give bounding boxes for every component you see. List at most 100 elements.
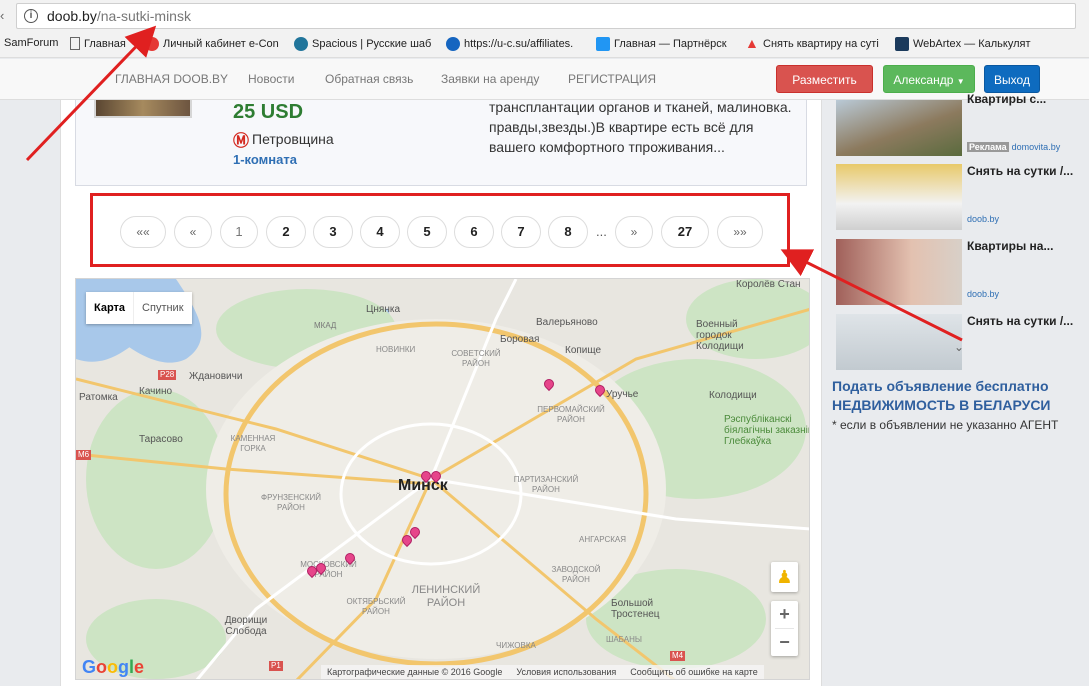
user-menu-button[interactable]: Александр ▼ — [883, 65, 975, 93]
right-sidebar: Квартиры с... Реклама domovita.by Снять н… — [830, 92, 1089, 686]
map-reserve-label: Рэспубліканскі біялагічны заказнік Глебк… — [724, 414, 810, 447]
annotation-highlight-box — [90, 193, 790, 267]
map-place: Военный городок Колодищи — [696, 319, 744, 352]
address-bar[interactable]: i doob.by/na-sutki-minsk — [16, 3, 1076, 29]
google-logo[interactable]: Google — [82, 657, 144, 678]
map-place: Качино — [139, 386, 173, 397]
ad-image[interactable] — [836, 164, 962, 230]
map-place: Дворищи Слобода — [224, 615, 268, 637]
map-place: Копище — [565, 345, 602, 356]
map-district: АНГАРСКАЯ — [579, 535, 627, 544]
post-ad-button[interactable]: Разместить — [776, 65, 873, 93]
map-district: ЗАВОДСКОЙ РАЙОН — [551, 565, 601, 584]
ad-source: Реклама domovita.by — [967, 142, 1061, 152]
page-icon — [70, 37, 80, 50]
bookmark-samforum[interactable]: SamForum — [4, 37, 58, 49]
promo-note: * если в объявлении не указанно АГЕНТ — [832, 418, 1059, 432]
nav-feedback[interactable]: Обратная связь — [325, 72, 413, 86]
listing-price: 25 USD — [233, 101, 304, 123]
map-district: ФРУНЗЕНСКИЙ РАЙОН — [261, 493, 321, 512]
promo-title[interactable]: Подать объявление бесплатно НЕДВИЖИМОСТЬ… — [832, 377, 1051, 415]
ad-image[interactable] — [836, 314, 962, 370]
map-footer: Картографические данные © 2016 Google Ус… — [321, 665, 764, 679]
map-report-link[interactable]: Сообщить об ошибке на карте — [630, 667, 757, 679]
map-road-label: M6 — [76, 450, 92, 460]
map-type-map[interactable]: Карта — [86, 292, 133, 324]
listing-metro: Ⓜ Петровщина — [233, 127, 334, 151]
map-place: Колодищи — [709, 390, 757, 401]
ad-title[interactable]: Квартиры на... — [967, 239, 1082, 253]
bookmark-partner[interactable]: Главная — Партнёрск — [596, 37, 727, 51]
sidebar-ad[interactable]: Снять на сутки /... ⌄ — [836, 314, 1081, 370]
bookmarks-bar: SamForum Главная Личный кабинет e-Con Sp… — [0, 32, 1089, 58]
map-district: СОВЕТСКИЙ РАЙОН — [451, 349, 501, 368]
map-district: ОКТЯБРЬСКИЙ РАЙОН — [346, 597, 406, 616]
map-district: ПЕРВОМАЙСКИЙ РАЙОН — [537, 405, 605, 424]
bookmark-snyat[interactable]: ▲ Снять квартиру на суті — [745, 35, 879, 51]
back-arrow-icon[interactable]: ‹ — [0, 8, 4, 23]
ad-image[interactable] — [836, 239, 962, 305]
site-header: ГЛАВНАЯ DOOB.BY Новости Обратная связь З… — [0, 59, 1089, 100]
url-host: doob.by — [47, 8, 97, 24]
map-place: Боровая — [500, 334, 540, 345]
map-place: Валерьяново — [536, 317, 598, 328]
map-district: ЛЕНИНСКИЙ РАЙОН — [411, 584, 481, 609]
bookmark-glavnaya[interactable]: Главная — [70, 37, 126, 50]
ad-image[interactable] — [836, 100, 962, 156]
url-path: /na-sutki-minsk — [96, 8, 191, 24]
map-place: Ждановичи — [189, 371, 243, 382]
zoom-control: + − — [771, 601, 798, 656]
w-icon — [895, 37, 909, 51]
e-icon — [145, 37, 159, 51]
t-icon — [596, 37, 610, 51]
map-type-satellite[interactable]: Спутник — [133, 292, 191, 324]
bookmark-webartex[interactable]: WebArtex — Калькулят — [895, 37, 1031, 51]
ad-title[interactable]: Снять на сутки /... — [967, 164, 1082, 178]
map-road-label: МКАД — [314, 321, 337, 330]
map-district: КАМЕННАЯ ГОРКА — [230, 434, 276, 453]
bookmark-lk-econ[interactable]: Личный кабинет e-Con — [145, 37, 279, 51]
google-map[interactable]: Карта Спутник Минск Цнянка Валерьяново В… — [75, 278, 810, 680]
chevron-down-icon[interactable]: ⌄ — [954, 340, 964, 354]
map-place: Ратомка — [79, 392, 118, 403]
ad-title[interactable]: Снять на сутки /... — [967, 314, 1082, 328]
map-district: ПАРТИЗАНСКИЙ РАЙОН — [513, 475, 579, 494]
map-district: ШАБАНЫ — [606, 635, 642, 644]
map-road-label: P28 — [158, 370, 177, 380]
listing-rooms[interactable]: 1-комната — [233, 152, 297, 167]
nav-requests[interactable]: Заявки на аренду — [441, 72, 539, 86]
sidebar-ad[interactable]: Снять на сутки /... doob.by — [836, 164, 1081, 230]
u-icon — [446, 37, 460, 51]
sidebar-ad[interactable]: Квартиры на... doob.by — [836, 239, 1081, 305]
ad-tag: Реклама — [967, 142, 1009, 152]
metro-icon: Ⓜ — [233, 133, 250, 150]
pegman-icon[interactable]: ♟ — [771, 562, 798, 592]
map-place: Уручье — [606, 389, 639, 400]
map-copyright: Картографические данные © 2016 Google — [327, 667, 503, 677]
logout-button[interactable]: Выход — [984, 65, 1040, 93]
listing-thumbnail[interactable] — [94, 100, 192, 118]
map-place: Тарасово — [139, 434, 183, 445]
nav-register[interactable]: РЕГИСТРАЦИЯ — [568, 72, 656, 86]
zoom-out-button[interactable]: − — [771, 629, 798, 656]
ad-title[interactable]: Квартиры с... — [967, 92, 1082, 106]
sidebar-ad[interactable]: Квартиры с... Реклама domovita.by — [836, 92, 1081, 156]
nav-home[interactable]: ГЛАВНАЯ DOOB.BY — [115, 72, 228, 86]
map-road-label: P1 — [269, 661, 283, 671]
info-icon[interactable]: i — [24, 9, 38, 23]
ad-source: doob.by — [967, 289, 1000, 299]
bookmark-spacious[interactable]: Spacious | Русские шаб — [294, 37, 431, 51]
listing-description: трансплантации органов и тканей, малинов… — [489, 99, 792, 155]
arrow-up-icon: ▲ — [745, 35, 759, 51]
listing-card[interactable]: 25 USD Ⓜ Петровщина 1-комната транспланта… — [75, 99, 807, 186]
map-terms-link[interactable]: Условия использования — [516, 667, 616, 679]
bookmark-u-c[interactable]: https://u-c.su/affiliates. — [446, 37, 573, 51]
nav-news[interactable]: Новости — [248, 72, 294, 86]
caret-down-icon: ▼ — [956, 77, 965, 86]
ad-source: doob.by — [967, 214, 1000, 224]
map-place: Королёв Стан — [736, 279, 801, 290]
wordpress-icon — [294, 37, 308, 51]
zoom-in-button[interactable]: + — [771, 601, 798, 628]
map-district: НОВИНКИ — [376, 345, 416, 354]
map-place: Цнянка — [366, 304, 401, 315]
